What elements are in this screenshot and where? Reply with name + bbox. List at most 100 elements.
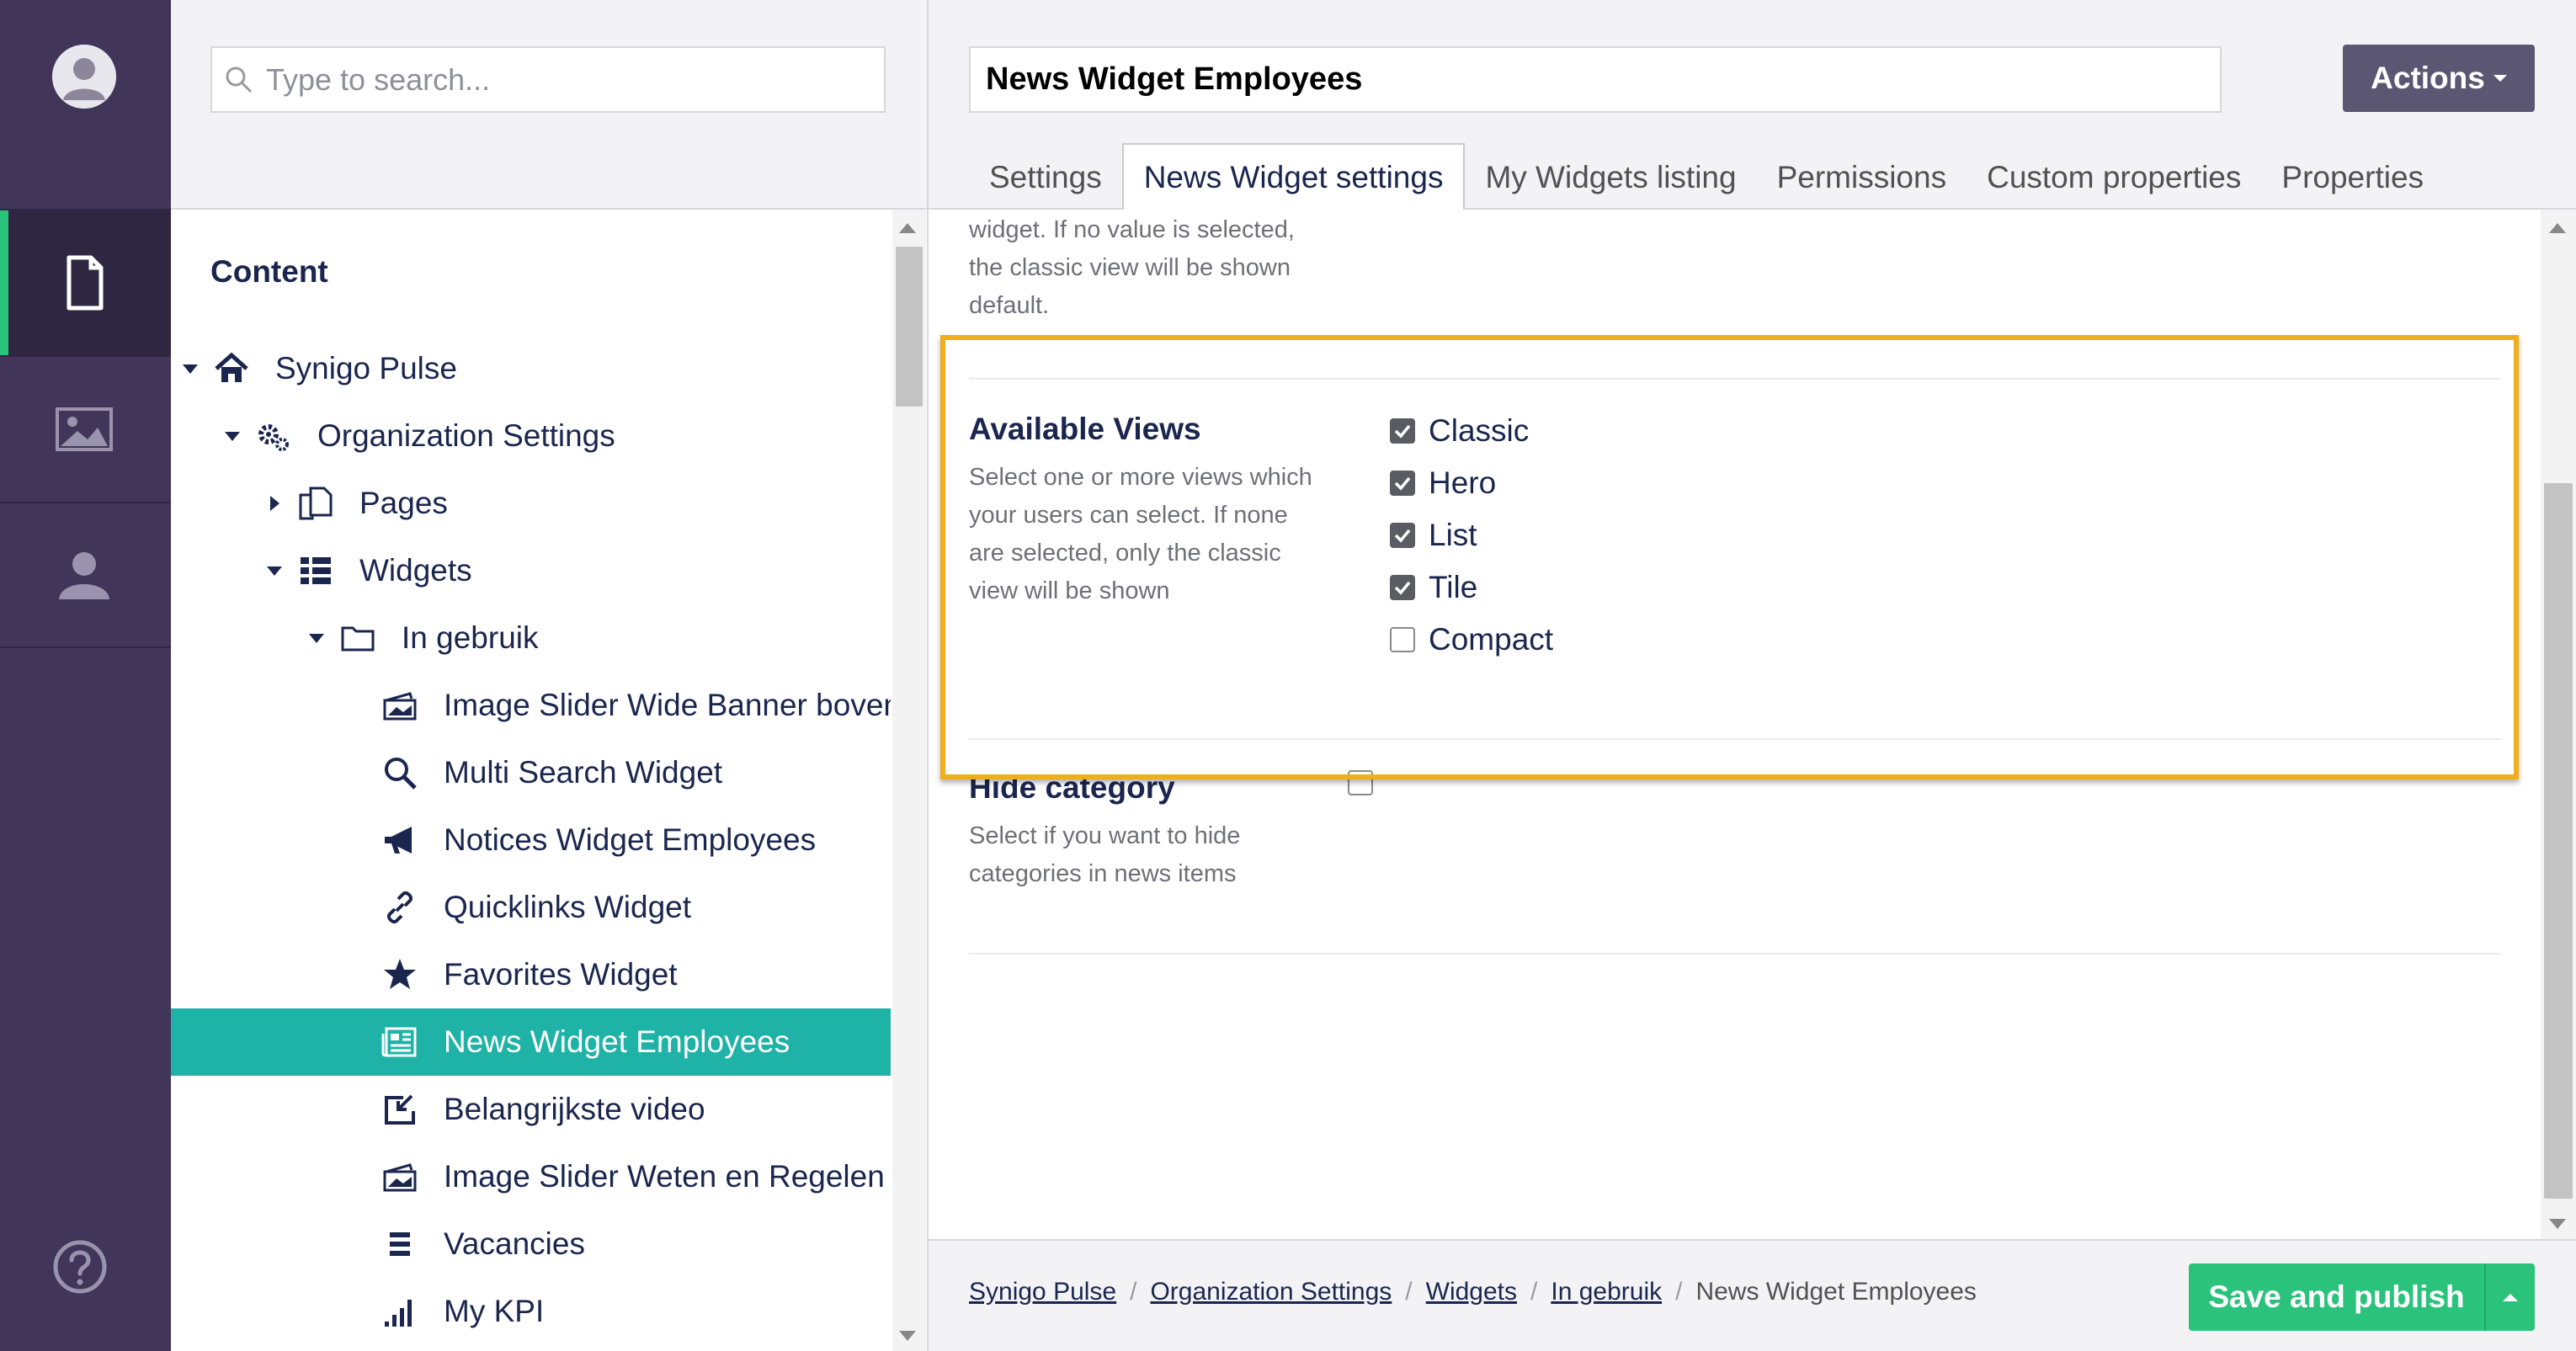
tree-item-label: News Widget Employees [444,1024,790,1059]
tree-item-organization-settings[interactable]: Organization Settings [171,402,891,470]
breadcrumb-separator: / [1130,1278,1137,1306]
tree-item-label: Pages [359,486,448,520]
actions-button[interactable]: Actions [2343,45,2535,112]
caret-right-icon[interactable] [265,494,284,513]
tree-scrollbar[interactable] [892,210,926,1351]
checkbox-checked-icon[interactable] [1390,575,1415,600]
tree-item-notices-widget[interactable]: Notices Widget Employees [171,806,891,874]
tree-item-multi-search-widget[interactable]: Multi Search Widget [171,739,891,806]
tree-item-label: My KPI [444,1294,545,1328]
divider [969,953,2501,955]
checkbox-compact[interactable]: Compact [1390,614,1553,666]
breadcrumb-link[interactable]: Organization Settings [1150,1278,1392,1306]
checkbox-checked-icon[interactable] [1390,471,1415,496]
tree-item-in-gebruik[interactable]: In gebruik [171,604,891,672]
tree-item-label: Notices Widget Employees [444,822,817,857]
checkbox-checked-icon[interactable] [1390,418,1415,444]
editor-footer: Synigo Pulse / Organization Settings / W… [929,1239,2576,1351]
home-icon [213,350,250,387]
tree-item-label: Image Slider Wide Banner boven [444,688,891,722]
save-options-button[interactable] [2484,1263,2535,1331]
breadcrumb-link[interactable]: In gebruik [1551,1278,1662,1306]
image-icon [56,407,113,451]
caret-down-icon[interactable] [181,359,200,378]
scroll-up-arrow-icon[interactable] [899,223,916,233]
caret-down-icon[interactable] [265,561,284,580]
tab-settings[interactable]: Settings [969,145,1122,210]
breadcrumb: Synigo Pulse / Organization Settings / W… [969,1278,1977,1306]
rail-members-section[interactable] [0,502,171,648]
scroll-down-arrow-icon[interactable] [899,1331,916,1341]
divider [969,738,2501,740]
property-hide-category: Hide category Select if you want to hide… [969,770,2501,893]
tab-permissions[interactable]: Permissions [1757,145,1967,210]
rail-content-section[interactable] [0,209,171,355]
tree-item-label: Belangrijkste video [444,1092,705,1126]
breadcrumb-separator: / [1530,1278,1538,1306]
editor-scrollbar[interactable] [2541,210,2576,1239]
bar-chart-icon [381,1293,418,1330]
search-box[interactable] [210,46,886,113]
scroll-thumb[interactable] [896,247,923,407]
breadcrumb-separator: / [1405,1278,1413,1306]
breadcrumb-link[interactable]: Synigo Pulse [969,1278,1116,1306]
caret-up-icon [2503,1293,2518,1301]
checkbox-list[interactable]: List [1390,509,1553,561]
scroll-thumb[interactable] [2544,483,2573,1199]
tree-item-image-slider-weten[interactable]: Image Slider Weten en Regelen [171,1143,891,1210]
checkbox-hide-category[interactable] [1348,770,1373,795]
folder-icon [339,620,376,657]
checkbox-checked-icon[interactable] [1390,523,1415,548]
tab-my-widgets-listing[interactable]: My Widgets listing [1465,145,1756,210]
checkbox-label: Compact [1429,622,1554,657]
checkbox-classic[interactable]: Classic [1390,405,1553,457]
star-icon [381,956,418,993]
tree-item-my-kpi[interactable]: My KPI [171,1278,891,1345]
newspaper-icon [381,1024,418,1061]
tree-item-label: Synigo Pulse [275,351,457,386]
tree-item-vacancies[interactable]: Vacancies [171,1210,891,1278]
tab-news-widget-settings[interactable]: News Widget settings [1121,143,1466,210]
caret-down-icon[interactable] [223,427,242,445]
checkbox-hero[interactable]: Hero [1390,457,1553,509]
video-embed-icon [381,1091,418,1128]
caret-down-icon [2493,75,2507,82]
user-avatar-icon[interactable] [52,45,116,109]
divider [969,378,2501,380]
rail-media-section[interactable] [0,355,171,502]
tree-item-image-slider-wide[interactable]: Image Slider Wide Banner boven [171,672,891,739]
tab-properties[interactable]: Properties [2261,145,2444,210]
scroll-up-arrow-icon[interactable] [2549,223,2566,233]
tree-item-belangrijkste-video[interactable]: Belangrijkste video [171,1076,891,1143]
property-description: Select one or more views which your user… [969,464,1312,604]
checkbox-unchecked-icon[interactable] [1390,627,1415,652]
actions-label: Actions [2371,61,2485,95]
property-description: Select if you want to hide categories in… [969,822,1241,887]
tree-item-label: Widgets [359,553,472,588]
help-icon[interactable] [52,1239,108,1295]
tree-item-favorites-widget[interactable]: Favorites Widget [171,941,891,1008]
tree-item-widgets[interactable]: Widgets [171,537,891,604]
tree-item-pages[interactable]: Pages [171,470,891,537]
search-input[interactable] [266,61,855,98]
link-icon [381,889,418,926]
tree-item-news-widget-employees[interactable]: News Widget Employees [171,1008,891,1076]
tree-header [171,0,929,210]
node-name-input[interactable]: News Widget Employees [969,46,2222,113]
gears-icon [255,418,292,455]
editor-body: widget. If no value is selected, the cla… [929,210,2576,1239]
tab-custom-properties[interactable]: Custom properties [1967,145,2261,210]
tree-item-synigo-pulse[interactable]: Synigo Pulse [171,335,891,402]
caret-down-icon[interactable] [307,629,326,647]
tree-section-title: Content [210,254,328,289]
checkbox-tile[interactable]: Tile [1390,561,1553,614]
breadcrumb-link[interactable]: Widgets [1426,1278,1517,1306]
breadcrumb-current: News Widget Employees [1695,1278,1977,1306]
tree-item-quicklinks-widget[interactable]: Quicklinks Widget [171,874,891,941]
save-and-publish-group: Save and publish [2189,1263,2535,1331]
search-icon [381,754,418,791]
save-and-publish-button[interactable]: Save and publish [2189,1263,2484,1331]
megaphone-icon [381,822,418,859]
scroll-down-arrow-icon[interactable] [2549,1219,2566,1229]
checkbox-label: Classic [1429,413,1530,448]
